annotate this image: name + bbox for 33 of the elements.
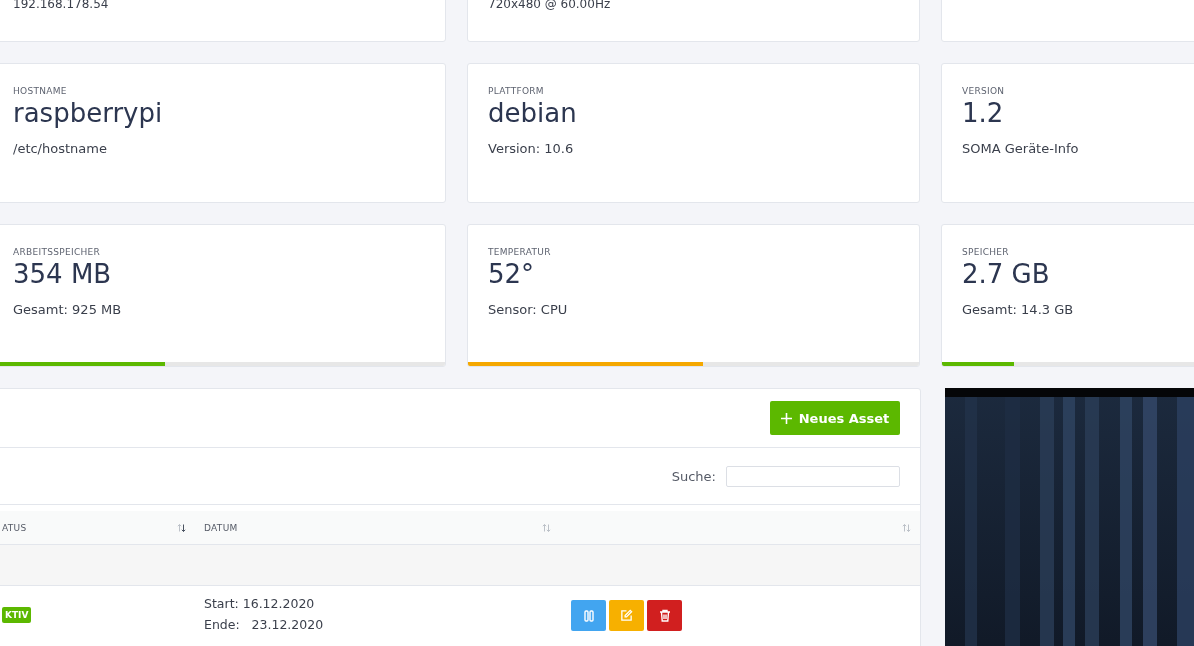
pause-button[interactable] [571,600,606,631]
card-value: 2.7 GB [962,258,1051,290]
column-header[interactable]: ATUS [2,522,27,533]
edit-button[interactable] [609,600,644,631]
card-label: ARBEITSSPEICHER [13,247,102,257]
column-header[interactable]: DATUM [204,522,238,533]
delete-button[interactable] [647,600,682,631]
trash-icon [658,609,671,622]
status-badge: KTIV [2,607,32,623]
search-label: Suche: [671,468,716,484]
card-subtext: Gesamt: 14.3 GB [962,302,1075,317]
sort-icon[interactable] [177,523,186,532]
card-subtext: Gesamt: 925 MB [13,302,123,317]
card-label: PLATTFORM [488,86,545,96]
card-subtext: SOMA Geräte-Info [962,141,1080,156]
card-label: SPEICHER [962,247,1010,257]
edit-icon [620,609,633,622]
start-date: Start: 16.12.2020 [204,596,316,611]
search-field[interactable] [726,465,900,487]
card-label: HOSTNAME [13,86,68,96]
plus-icon [780,412,792,424]
end-date: Ende: 23.12.2020 [204,617,325,632]
card-value: debian [488,97,578,129]
card-subtext: /etc/hostname [13,141,108,156]
card-subtext: Sensor: CPU [488,302,569,317]
card-value: 52° [488,258,536,290]
card-subtext: Version: 10.6 [488,141,575,156]
card-value: 354 MB [13,258,113,290]
card-value: raspberrypi [13,97,164,129]
card-value: 1.2 [962,97,1005,129]
card-label: VERSION [962,86,1006,96]
pause-icon [583,609,594,622]
card-label: TEMPERATUR [488,247,552,257]
